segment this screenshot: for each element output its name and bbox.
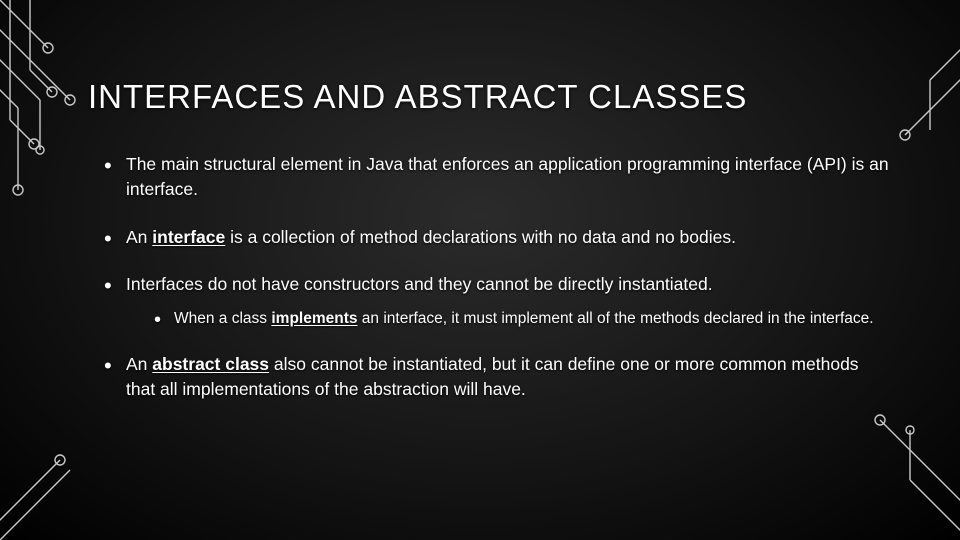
- bullet-item: The main structural element in Java that…: [104, 152, 890, 203]
- sub-bullet-item: When a class implements an interface, it…: [154, 308, 890, 330]
- slide-content: INTERFACES AND ABSTRACT CLASSES The main…: [0, 0, 960, 403]
- bullet-item: An interface is a collection of method d…: [104, 225, 890, 250]
- keyword-abstract-class: abstract class: [152, 354, 269, 374]
- bullet-item: An abstract class also cannot be instant…: [104, 352, 890, 403]
- bullet-text: an interface, it must implement all of t…: [358, 310, 874, 327]
- slide: INTERFACES AND ABSTRACT CLASSES The main…: [0, 0, 960, 540]
- bullet-text: An: [126, 354, 152, 374]
- bullet-text: The main structural element in Java that…: [126, 154, 889, 199]
- keyword-interface: interface: [152, 227, 225, 247]
- bullet-text: When a class: [174, 310, 271, 327]
- slide-title: INTERFACES AND ABSTRACT CLASSES: [88, 78, 890, 116]
- sub-bullet-list: When a class implements an interface, it…: [126, 308, 890, 330]
- bullet-item: Interfaces do not have constructors and …: [104, 272, 890, 330]
- bullet-text: is a collection of method declarations w…: [225, 227, 736, 247]
- bullet-text: An: [126, 227, 152, 247]
- keyword-implements: implements: [271, 310, 357, 327]
- bullet-list: The main structural element in Java that…: [88, 152, 890, 403]
- bullet-text: Interfaces do not have constructors and …: [126, 274, 713, 294]
